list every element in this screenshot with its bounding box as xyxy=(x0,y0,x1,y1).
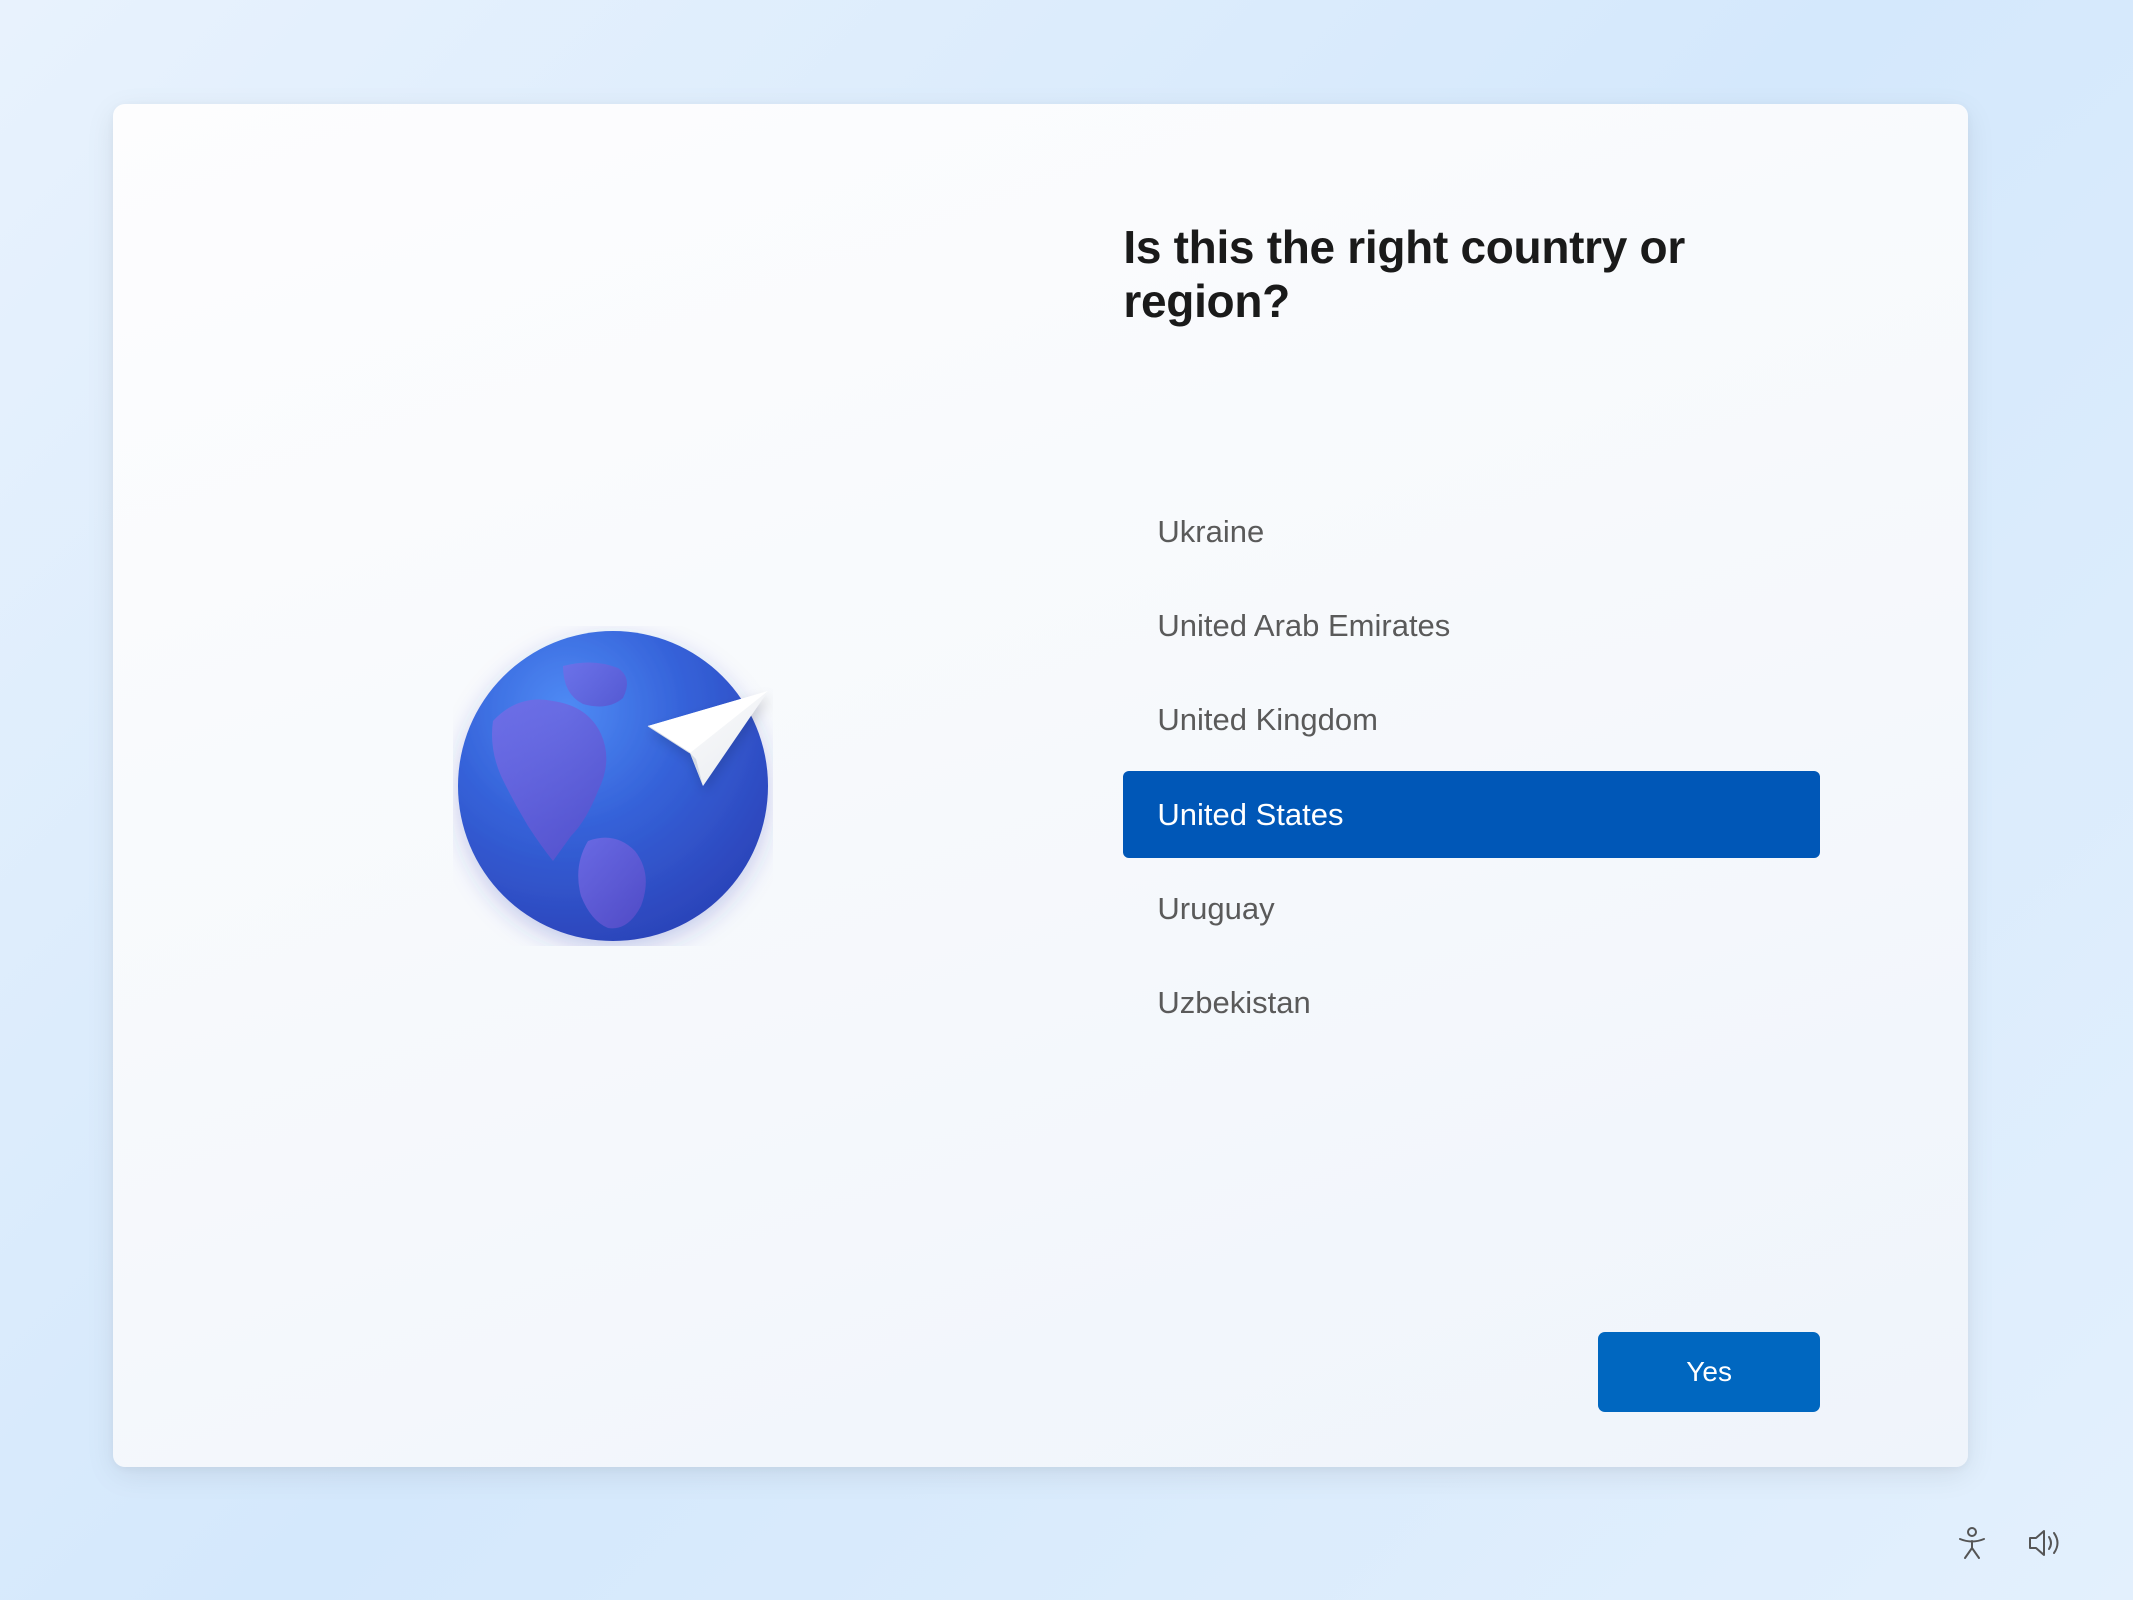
country-item-ukraine[interactable]: Ukraine xyxy=(1123,488,1820,575)
accessibility-icon xyxy=(1955,1526,1989,1560)
country-item-uruguay[interactable]: Uruguay xyxy=(1123,865,1820,952)
illustration-panel xyxy=(113,104,1003,1467)
volume-icon xyxy=(2027,1526,2063,1560)
page-heading: Is this the right country or region? xyxy=(1123,220,1820,328)
accessibility-button[interactable] xyxy=(1955,1526,1989,1560)
yes-button[interactable]: Yes xyxy=(1598,1332,1820,1412)
globe-with-plane-icon xyxy=(453,626,773,946)
globe-illustration xyxy=(453,626,773,946)
country-list[interactable]: Ukraine United Arab Emirates United King… xyxy=(1123,488,1820,1046)
setup-dialog: Is this the right country or region? Ukr… xyxy=(113,104,1968,1467)
country-item-uk[interactable]: United Kingdom xyxy=(1123,676,1820,763)
bottom-toolbar xyxy=(1955,1526,2063,1560)
country-item-uzbekistan[interactable]: Uzbekistan xyxy=(1123,959,1820,1046)
country-item-us[interactable]: United States xyxy=(1123,771,1820,858)
content-panel: Is this the right country or region? Ukr… xyxy=(1003,104,1968,1467)
country-item-uae[interactable]: United Arab Emirates xyxy=(1123,582,1820,669)
volume-button[interactable] xyxy=(2027,1526,2063,1560)
